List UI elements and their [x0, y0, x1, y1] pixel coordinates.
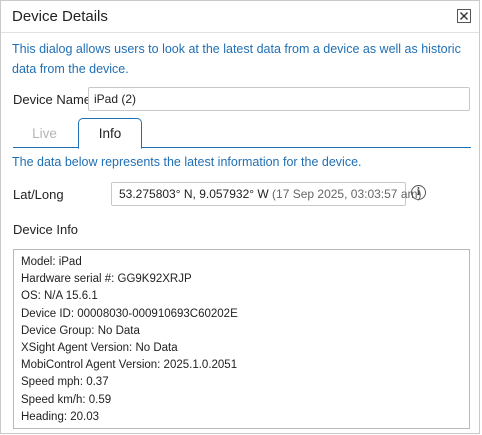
device-info-line: MobiControl Agent Version: 2025.1.0.2051 — [21, 359, 238, 372]
device-info-line: Heading: 20.03 — [21, 410, 100, 423]
dialog-titlebar: Device Details — [1, 1, 479, 33]
device-name-label: Device Name — [13, 92, 92, 107]
dialog-description: This dialog allows users to look at the … — [12, 42, 461, 76]
device-details-dialog: Device Details This dialog allows users … — [0, 0, 480, 434]
latlong-timestamp: (17 Sep 2025, 03:03:57 am) — [272, 187, 422, 201]
info-note: The data below represents the latest inf… — [12, 155, 362, 169]
close-button[interactable] — [457, 9, 471, 23]
close-icon — [460, 12, 468, 20]
latlong-coords: 53.275803° N, 9.057932° W — [119, 187, 269, 201]
latlong-field[interactable]: 53.275803° N, 9.057932° W (17 Sep 2025, … — [111, 182, 421, 206]
device-info-line: Hardware serial #: GG9K92XRJP — [21, 273, 192, 286]
tab-info[interactable]: Info — [78, 118, 142, 149]
device-info-label: Device Info — [13, 222, 79, 237]
dialog-title: Device Details — [12, 8, 108, 25]
device-info-line: XSight Agent Version: No Data — [21, 342, 178, 355]
info-icon[interactable]: i — [411, 185, 426, 200]
latlong-label: Lat/Long — [13, 187, 64, 202]
device-info-line: OS: N/A 15.6.1 — [21, 290, 98, 303]
tab-live[interactable]: Live — [13, 118, 76, 148]
device-info-line: Speed km/h: 0.59 — [21, 393, 112, 406]
device-info-line: Device ID: 00008030-000910693C60202E — [21, 307, 238, 320]
device-name-input[interactable] — [88, 87, 470, 111]
device-info-line: Model: iPad — [21, 256, 82, 268]
device-info-line: Device Group: No Data — [21, 324, 140, 337]
device-info-box[interactable]: Model: iPad Hardware serial #: GG9K92XRJ… — [13, 249, 470, 429]
tab-bar: Live Info — [13, 118, 471, 149]
device-info-line: Speed mph: 0.37 — [21, 376, 109, 389]
